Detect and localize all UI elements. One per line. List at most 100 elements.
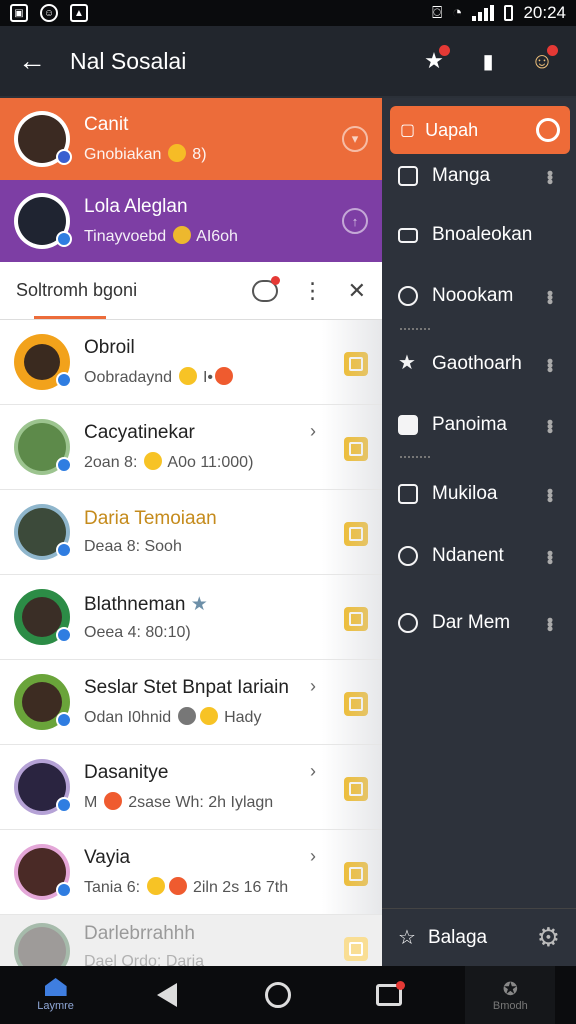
contact-name: Dasanitye xyxy=(84,762,169,783)
contact-subtitle: M 2sase Wh: 2h Iylagn xyxy=(84,792,274,811)
system-nav-bar: Laymre ✪ Bmodh xyxy=(0,966,576,1024)
drawer-item-label: Gaothoarh xyxy=(432,353,522,374)
status-square-icon[interactable] xyxy=(344,352,368,376)
back-arrow-icon[interactable]: ← xyxy=(18,45,54,77)
gear-icon[interactable]: ⚙ xyxy=(537,922,560,953)
status-square-icon[interactable] xyxy=(344,522,368,546)
status-square-icon[interactable] xyxy=(344,692,368,716)
file-icon xyxy=(398,415,418,435)
profile-icon[interactable]: ☺ xyxy=(526,45,558,77)
vibrate-icon: ⌼ xyxy=(431,3,443,22)
drawer-item-label: Noookam xyxy=(432,285,514,306)
nav-extra-button[interactable]: ✪ Bmodh xyxy=(465,966,556,1024)
page-title: Nal Sosalai xyxy=(70,47,187,74)
search-icon[interactable] xyxy=(536,118,560,142)
nav-recents-button[interactable] xyxy=(354,970,424,1020)
smile-emoji-icon xyxy=(167,144,186,162)
list-item[interactable]: Vayia Tania 6: 2iln 2s 16 7th › xyxy=(0,830,382,915)
screen: ▣ ☺ ▲ ⌼ ◔ 20:24 ← Nal Sosalai ★ ▮ ☺ Cani… xyxy=(0,0,576,1024)
list-item[interactable]: Daria Temoiaan Deaa 8: Sooh xyxy=(0,490,382,575)
drawer-item-manga[interactable]: Manga ••• xyxy=(382,154,576,198)
list-item[interactable]: Cacyatinekar 2oan 8: A0o 11:000) › xyxy=(0,405,382,490)
drawer-item-bnoaleokan[interactable]: Bnoaleokan xyxy=(382,213,576,257)
status-square-icon[interactable] xyxy=(344,777,368,801)
avatar xyxy=(14,111,72,167)
star-icon: ★ xyxy=(398,352,416,374)
chevron-right-icon: › xyxy=(310,676,316,696)
more-vert-icon[interactable]: ••• xyxy=(539,290,560,303)
contact-subtitle: Tinayvoebd AI6oh xyxy=(84,226,238,245)
chevron-right-icon: › xyxy=(310,761,316,781)
up-arrow-icon[interactable]: ↑ xyxy=(342,208,368,234)
chevron-right-icon: › xyxy=(310,421,316,441)
photo-icon: ▲ xyxy=(70,4,88,22)
more-vert-icon[interactable]: ••• xyxy=(539,488,560,501)
drawer-item-dar-mem[interactable]: Dar Mem ••• xyxy=(382,601,576,645)
drawer-item-noookam[interactable]: Noookam ••• xyxy=(382,274,576,318)
battery-icon xyxy=(504,5,514,21)
list-item[interactable]: Blathneman ★ Oeea 4: 80:10) xyxy=(0,575,382,660)
app-bar: ← Nal Sosalai ★ ▮ ☺ xyxy=(0,26,576,96)
more-vert-icon[interactable]: ⋮ xyxy=(302,278,324,304)
emoji-icon xyxy=(177,707,196,725)
drawer-item-panoima[interactable]: Panoima ••• xyxy=(382,403,576,447)
contact-name: Vayia xyxy=(84,847,131,868)
angry-emoji-icon xyxy=(103,792,122,810)
list-item[interactable]: Darlebrrahhh Dael Ordo: Daria xyxy=(0,915,382,966)
back-triangle-icon xyxy=(156,983,177,1007)
list-item[interactable]: Obroil Oobradaynd I• xyxy=(0,320,382,405)
nav-home-circle-button[interactable] xyxy=(243,970,313,1020)
drawer-item-ndanent[interactable]: Ndanent ••• xyxy=(382,534,576,578)
smile-emoji-icon xyxy=(178,367,197,385)
drawer-item-label: Manga xyxy=(432,165,491,186)
contact-subtitle: Deaa 8: Sooh xyxy=(84,538,182,555)
avatar xyxy=(14,419,72,475)
smile-emoji-icon xyxy=(172,226,191,244)
highlighted-chat-row[interactable]: Canit Gnobiakan 8) ▾ xyxy=(0,98,382,180)
contact-subtitle: Dael Ordo: Daria xyxy=(84,953,205,966)
face-icon: ☺ xyxy=(40,4,58,22)
contact-name: Cacyatinekar xyxy=(84,422,195,443)
avatar xyxy=(14,193,72,249)
contact-subtitle: Oobradaynd I• xyxy=(84,367,324,387)
shield-icon xyxy=(398,286,418,306)
more-vert-icon[interactable]: ••• xyxy=(539,617,560,630)
chevron-right-icon: › xyxy=(310,846,316,866)
contact-name: Lola Aleglan xyxy=(84,196,188,217)
reply-icon[interactable]: ▾ xyxy=(342,126,368,152)
more-vert-icon[interactable]: ••• xyxy=(539,419,560,432)
contact-subtitle: Tania 6: 2iln 2s 16 7th xyxy=(84,877,289,896)
close-icon[interactable]: ✕ xyxy=(348,278,366,304)
avatar xyxy=(14,674,72,730)
nav-home-button[interactable]: Laymre xyxy=(21,970,91,1020)
angry-emoji-icon xyxy=(215,367,234,385)
activity-icon: ☆ xyxy=(398,927,416,949)
status-square-icon[interactable] xyxy=(344,862,368,886)
status-square-icon[interactable] xyxy=(344,437,368,461)
chat-bubble-icon[interactable] xyxy=(251,275,280,302)
drawer-item-gaothoarh[interactable]: ★ Gaothoarh ••• xyxy=(382,342,576,386)
more-vert-icon[interactable]: ••• xyxy=(539,170,560,183)
status-square-icon[interactable] xyxy=(344,937,368,961)
drawer-footer-item[interactable]: ☆ Balaga ⚙ xyxy=(382,908,576,966)
more-vert-icon[interactable]: ••• xyxy=(539,358,560,371)
avatar xyxy=(14,334,72,390)
section-title: Soltromh bgoni xyxy=(16,280,138,300)
contact-subtitle: Oeea 4: 80:10) xyxy=(84,623,191,641)
contact-name: Canit xyxy=(84,114,129,135)
nav-back-button[interactable] xyxy=(132,970,202,1020)
navigation-drawer: ▢ Uapah Manga ••• Bnoaleokan Noookam •••… xyxy=(382,98,576,966)
document-icon[interactable]: ▮ xyxy=(472,45,504,77)
nav-home-label: Laymre xyxy=(37,1000,74,1012)
status-square-icon[interactable] xyxy=(344,607,368,631)
list-item[interactable]: Dasanitye M 2sase Wh: 2h Iylagn › xyxy=(0,745,382,830)
spark-icon: ✪ xyxy=(502,978,518,999)
star-notification-icon[interactable]: ★ xyxy=(418,45,450,77)
more-vert-icon[interactable]: ••• xyxy=(539,550,560,563)
divider xyxy=(400,456,430,458)
highlighted-chat-row[interactable]: Lola Aleglan Tinayvoebd AI6oh ↑ xyxy=(0,180,382,262)
list-item[interactable]: Seslar Stet Bnpat Iariain Odan I0hnid Ha… xyxy=(0,660,382,745)
drawer-item-mukiloa[interactable]: Mukiloa ••• xyxy=(382,472,576,516)
drawer-item-active[interactable]: ▢ Uapah xyxy=(390,106,570,154)
mail-icon xyxy=(398,227,418,243)
